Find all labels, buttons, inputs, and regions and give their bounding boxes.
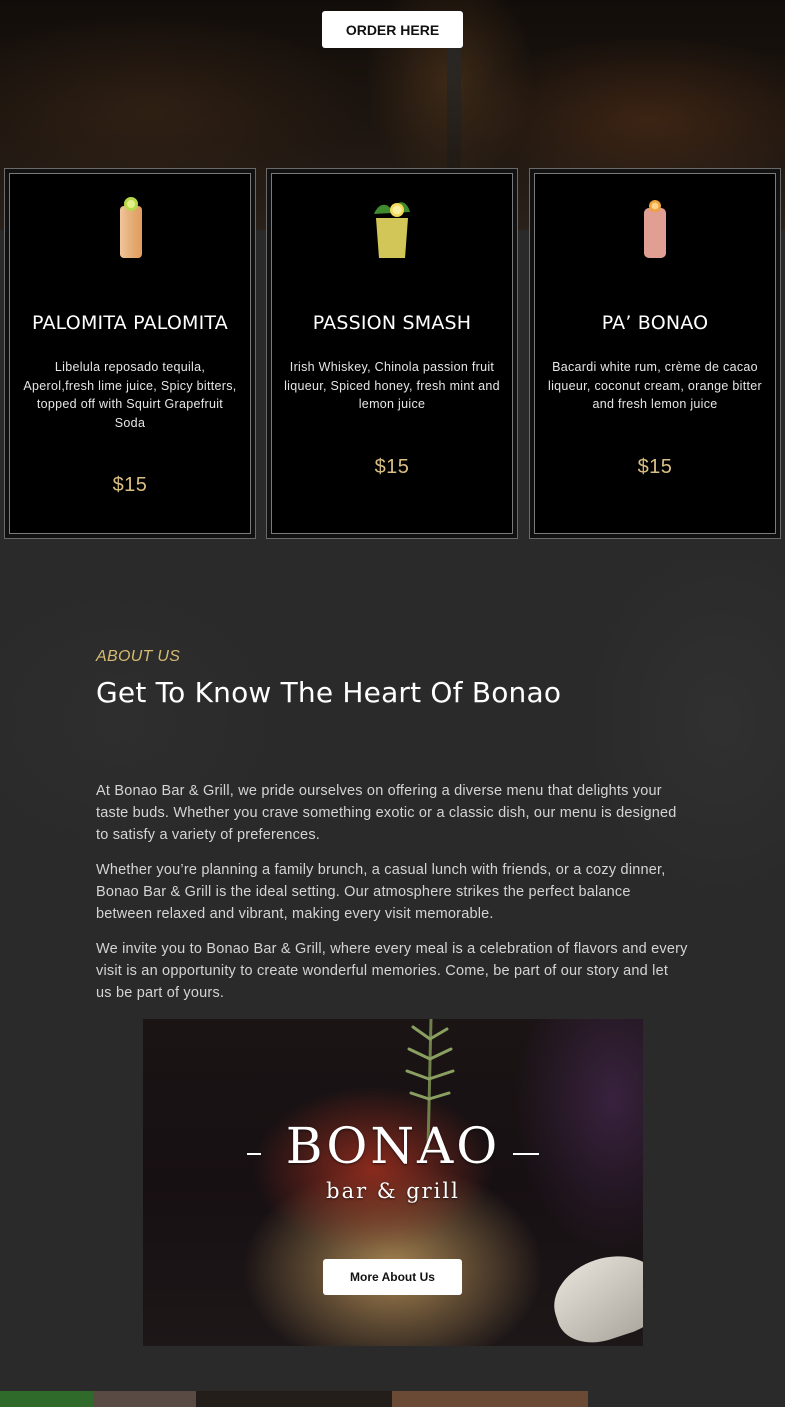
- drink-card-inner: PA’ BONAO Bacardi white rum, crème de ca…: [534, 173, 776, 534]
- drink-description: Bacardi white rum, crème de cacao liqueu…: [548, 360, 762, 411]
- drink-name: PA’ BONAO: [601, 312, 709, 334]
- more-about-us-button[interactable]: More About Us: [323, 1259, 462, 1295]
- logo-rule-right: [513, 1153, 539, 1155]
- logo-rule-left: [247, 1153, 261, 1155]
- gallery-image[interactable]: [392, 1391, 588, 1407]
- drink-price: $15: [112, 474, 148, 496]
- about-image: BONAO bar & grill More About Us: [143, 1019, 643, 1346]
- about-paragraph: At Bonao Bar & Grill, we pride ourselves…: [96, 783, 677, 843]
- gallery-image[interactable]: [93, 1391, 196, 1407]
- drink-card: PA’ BONAO Bacardi white rum, crème de ca…: [529, 168, 781, 539]
- bonao-logo-subtitle: bar & grill: [326, 1179, 460, 1203]
- bonao-logo: BONAO: [285, 1117, 501, 1175]
- about-section: ABOUT US Get To Know The Heart Of Bonao …: [0, 560, 785, 1390]
- gallery-image[interactable]: [196, 1391, 392, 1407]
- glass-stem-decoration: [447, 40, 461, 170]
- about-title: Get To Know The Heart Of Bonao: [96, 676, 562, 709]
- drink-card-inner: PASSION SMASH Irish Whiskey, Chinola pas…: [271, 173, 513, 534]
- dish-bowl: [543, 1242, 643, 1346]
- drink-description: Irish Whiskey, Chinola passion fruit liq…: [284, 360, 500, 411]
- gallery-strip: [0, 1391, 785, 1407]
- drink-price: $15: [374, 456, 410, 478]
- cocktail-glass-icon: [120, 197, 142, 258]
- about-paragraph: We invite you to Bonao Bar & Grill, wher…: [96, 941, 688, 1001]
- drink-card-inner: PALOMITA PALOMITA Libelula reposado tequ…: [9, 173, 251, 534]
- drinks-list: PALOMITA PALOMITA Libelula reposado tequ…: [4, 168, 781, 539]
- cocktail-glass-icon: [644, 200, 666, 258]
- drink-price: $15: [637, 456, 673, 478]
- gallery-image[interactable]: [0, 1391, 93, 1407]
- cocktail-glass-icon: [374, 202, 410, 258]
- about-kicker: ABOUT US: [96, 648, 181, 665]
- drink-description: Libelula reposado tequila, Aperol,fresh …: [23, 360, 237, 430]
- drink-name: PASSION SMASH: [312, 312, 472, 334]
- drink-card: PALOMITA PALOMITA Libelula reposado tequ…: [4, 168, 256, 539]
- about-paragraph: Whether you’re planning a family brunch,…: [96, 862, 666, 922]
- order-here-button[interactable]: ORDER HERE: [322, 11, 463, 48]
- drink-name: PALOMITA PALOMITA: [32, 312, 228, 334]
- drink-card: PASSION SMASH Irish Whiskey, Chinola pas…: [266, 168, 518, 539]
